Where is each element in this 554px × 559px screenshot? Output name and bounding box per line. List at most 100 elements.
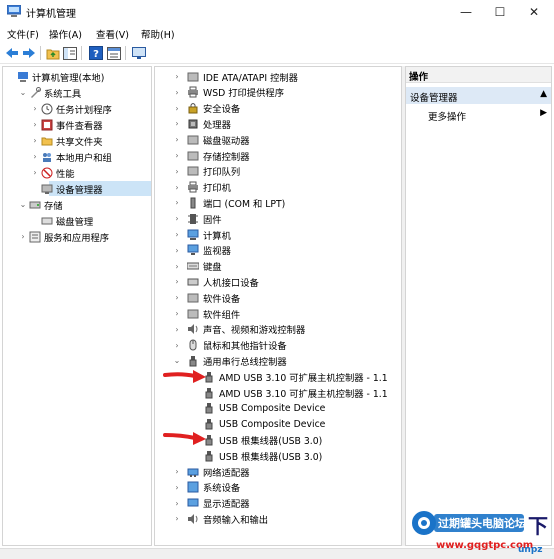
- device-category-item[interactable]: › 打印机: [155, 180, 401, 195]
- device-category-item[interactable]: ⌄ 通用串行总线控制器: [155, 353, 401, 368]
- device-category-item[interactable]: › 显示适配器: [155, 496, 401, 511]
- nav-item-1[interactable]: ⌄ 系统工具: [3, 85, 151, 100]
- nav-item-3[interactable]: › 事件查看器: [3, 117, 151, 132]
- svg-text:unpz: unpz: [518, 545, 543, 555]
- nav-item-6[interactable]: › 性能: [3, 165, 151, 180]
- device-category-item[interactable]: › 鼠标和其他指针设备: [155, 338, 401, 353]
- device-category-item[interactable]: › IDE ATA/ATAPI 控制器: [155, 69, 401, 84]
- device-category-item[interactable]: › 声音、视频和游戏控制器: [155, 322, 401, 337]
- monitor-button[interactable]: [131, 45, 147, 61]
- device-category-item[interactable]: › 网络适配器: [155, 464, 401, 479]
- nav-item-4[interactable]: › 共享文件夹: [3, 133, 151, 148]
- nav-item-8[interactable]: ⌄ 存储: [3, 197, 151, 212]
- expand-chevron-icon[interactable]: ›: [31, 136, 39, 146]
- device-category-item[interactable]: › 键盘: [155, 259, 401, 274]
- nav-item-label: 存储: [44, 200, 63, 212]
- usb-device-item[interactable]: USB 根集线器(USB 3.0): [155, 448, 401, 463]
- keyboard-icon: [186, 260, 200, 272]
- expand-chevron-icon[interactable]: ›: [31, 120, 39, 130]
- svg-text:?: ?: [93, 49, 99, 60]
- computer-management-icon: [17, 71, 29, 83]
- expand-chevron-icon[interactable]: ›: [173, 119, 181, 129]
- menu-view[interactable]: 查看(V): [96, 27, 129, 41]
- device-label: 通用串行总线控制器: [203, 356, 287, 368]
- expand-chevron-icon[interactable]: ›: [173, 151, 181, 161]
- device-category-item[interactable]: › 端口 (COM 和 LPT): [155, 195, 401, 210]
- actions-section-device-manager[interactable]: 设备管理器 ▲: [406, 87, 551, 104]
- forward-button[interactable]: [21, 45, 37, 61]
- device-category-item[interactable]: › 打印队列: [155, 164, 401, 179]
- monitor-icon: [132, 46, 146, 59]
- menu-help[interactable]: 帮助(H): [141, 27, 175, 41]
- minimize-button[interactable]: —: [449, 0, 483, 24]
- device-category-item[interactable]: › WSD 打印提供程序: [155, 85, 401, 100]
- device-category-item[interactable]: › 计算机: [155, 227, 401, 242]
- usb-device-item[interactable]: USB Composite Device: [155, 401, 401, 416]
- expand-chevron-icon[interactable]: ›: [173, 309, 181, 319]
- device-category-item[interactable]: › 音频输入和输出: [155, 511, 401, 526]
- navigation-tree: 计算机管理(本地) ⌄ 系统工具 › 任务计划程序 › 事件查看器 › 共享文件夹 › 本地用户和组…: [2, 66, 152, 546]
- device-category-item[interactable]: › 存储控制器: [155, 148, 401, 163]
- expand-chevron-icon[interactable]: ›: [173, 230, 181, 240]
- properties-button[interactable]: [106, 45, 122, 61]
- show-hide-tree-button[interactable]: [62, 45, 78, 61]
- device-category-item[interactable]: › 固件: [155, 211, 401, 226]
- expand-chevron-icon[interactable]: ›: [173, 103, 181, 113]
- collapse-chevron-icon[interactable]: ⌄: [173, 356, 181, 366]
- collapse-chevron-icon[interactable]: ⌄: [19, 200, 27, 210]
- device-category-item[interactable]: › 安全设备: [155, 101, 401, 116]
- device-category-item[interactable]: › 人机接口设备: [155, 274, 401, 289]
- expand-chevron-icon[interactable]: ›: [173, 467, 181, 477]
- up-folder-button[interactable]: [45, 45, 61, 61]
- expand-chevron-icon[interactable]: ›: [173, 182, 181, 192]
- nav-item-label: 系统工具: [44, 88, 82, 100]
- red-arrow-1: [163, 370, 206, 383]
- device-category-item[interactable]: › 处理器: [155, 116, 401, 131]
- nav-item-2[interactable]: › 任务计划程序: [3, 101, 151, 116]
- nav-item-5[interactable]: › 本地用户和组: [3, 149, 151, 164]
- help-button[interactable]: ?: [88, 45, 104, 61]
- expand-chevron-icon[interactable]: ›: [31, 104, 39, 114]
- device-category-item[interactable]: › 磁盘驱动器: [155, 132, 401, 147]
- nav-item-label: 共享文件夹: [56, 136, 103, 148]
- device-label: 显示适配器: [203, 499, 250, 511]
- expand-chevron-icon[interactable]: ›: [173, 277, 181, 287]
- device-category-item[interactable]: › 软件组件: [155, 306, 401, 321]
- more-actions-item[interactable]: 更多操作 ▶: [406, 107, 551, 123]
- help-icon: ?: [89, 46, 103, 60]
- expand-chevron-icon[interactable]: ›: [173, 514, 181, 524]
- expand-chevron-icon[interactable]: ›: [31, 152, 39, 162]
- expand-chevron-icon[interactable]: ›: [173, 498, 181, 508]
- sound-icon: [187, 323, 199, 335]
- nav-item-7[interactable]: 设备管理器: [41, 181, 151, 196]
- expand-chevron-icon[interactable]: ›: [173, 72, 181, 82]
- expand-chevron-icon[interactable]: ›: [173, 340, 181, 350]
- expand-chevron-icon[interactable]: ›: [31, 168, 39, 178]
- expand-chevron-icon[interactable]: ›: [19, 232, 27, 242]
- nav-item-0[interactable]: 计算机管理(本地): [3, 69, 151, 84]
- device-label: WSD 打印提供程序: [203, 88, 284, 100]
- expand-chevron-icon[interactable]: ›: [173, 198, 181, 208]
- usb-device-item[interactable]: AMD USB 3.10 可扩展主机控制器 - 1.1: [155, 385, 401, 400]
- expand-chevron-icon[interactable]: ›: [173, 135, 181, 145]
- collapse-chevron-icon[interactable]: ⌄: [19, 88, 27, 98]
- expand-chevron-icon[interactable]: ›: [173, 293, 181, 303]
- expand-chevron-icon[interactable]: ›: [173, 324, 181, 334]
- maximize-button[interactable]: ☐: [483, 0, 517, 24]
- expand-chevron-icon[interactable]: ›: [173, 245, 181, 255]
- nav-item-9[interactable]: 磁盘管理: [3, 213, 151, 228]
- device-category-item[interactable]: › 软件设备: [155, 290, 401, 305]
- expand-chevron-icon[interactable]: ›: [173, 261, 181, 271]
- device-category-item[interactable]: › 系统设备: [155, 480, 401, 495]
- close-button[interactable]: ✕: [517, 0, 551, 24]
- expand-chevron-icon[interactable]: ›: [173, 214, 181, 224]
- menu-file[interactable]: 文件(F): [7, 27, 39, 41]
- expand-chevron-icon[interactable]: ›: [173, 482, 181, 492]
- expand-chevron-icon[interactable]: ›: [173, 166, 181, 176]
- device-category-item[interactable]: › 监视器: [155, 243, 401, 258]
- back-button[interactable]: [4, 45, 20, 61]
- device-label: 监视器: [203, 246, 231, 258]
- nav-item-10[interactable]: › 服务和应用程序: [3, 229, 151, 244]
- menu-action[interactable]: 操作(A): [49, 27, 82, 41]
- expand-chevron-icon[interactable]: ›: [173, 87, 181, 97]
